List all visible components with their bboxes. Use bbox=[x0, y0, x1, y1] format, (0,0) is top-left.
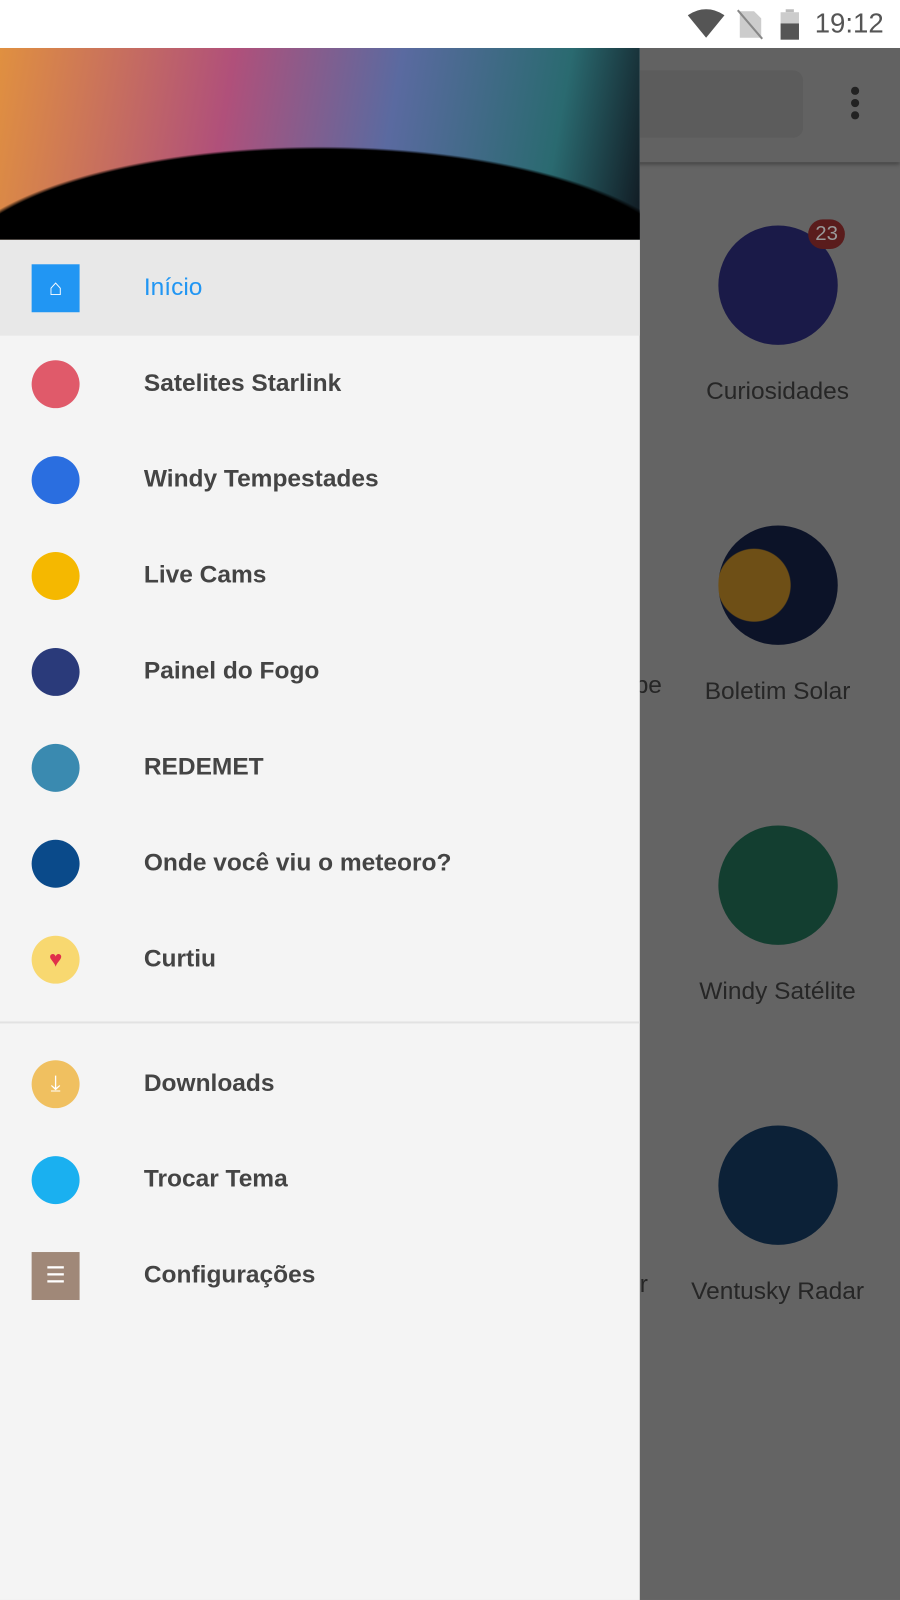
drawer-item-label: Curtiu bbox=[143, 944, 216, 973]
sun-icon bbox=[717, 525, 838, 645]
drawer-item-onde-voc-viu-o-meteoro[interactable]: Onde você viu o meteoro? bbox=[0, 815, 640, 911]
tile-label: Curiosidades bbox=[706, 377, 850, 406]
more-options-icon[interactable] bbox=[843, 86, 867, 124]
drawer-item-redemet[interactable]: REDEMET bbox=[0, 719, 640, 815]
drawer-item-label: Início bbox=[143, 273, 203, 302]
battery-icon bbox=[780, 9, 799, 40]
tile-label-fragment: r bbox=[639, 1270, 648, 1298]
drawer-item-curtiu[interactable]: ♥ Curtiu bbox=[0, 911, 640, 1007]
notification-badge: 23 bbox=[808, 219, 846, 249]
tile-label: Boletim Solar bbox=[704, 677, 851, 706]
wifi-icon bbox=[687, 9, 725, 38]
home-icon: ⌂ bbox=[31, 263, 80, 312]
download-icon: ⤓ bbox=[31, 1059, 80, 1108]
plane-cloud-icon bbox=[31, 743, 80, 792]
heart-icon: ♥ bbox=[31, 935, 80, 984]
drawer-item-in-cio[interactable]: ⌂ Início bbox=[0, 239, 640, 336]
tile-label: Ventusky Radar bbox=[691, 1277, 864, 1306]
sliders-icon: ☰ bbox=[31, 1251, 80, 1300]
divider bbox=[0, 1021, 640, 1024]
paint-roller-icon bbox=[31, 1155, 80, 1204]
no-sim-icon bbox=[736, 9, 764, 40]
drawer-item-label: Satelites Starlink bbox=[143, 369, 342, 397]
drawer-item-label: Live Cams bbox=[143, 561, 267, 589]
drawer-item-trocar-tema[interactable]: Trocar Tema bbox=[0, 1132, 640, 1228]
status-bar: 19:12 bbox=[0, 0, 900, 48]
drawer-item-label: Trocar Tema bbox=[143, 1165, 288, 1193]
webcam-icon bbox=[31, 551, 80, 600]
satellite-icon bbox=[717, 825, 838, 945]
drawer-item-label: Configurações bbox=[143, 1261, 316, 1289]
drawer-item-label: Painel do Fogo bbox=[143, 657, 320, 685]
drawer-header-image bbox=[0, 47, 640, 240]
drawer-item-satelites-starlink[interactable]: Satelites Starlink bbox=[0, 336, 640, 432]
drawer-item-label: Windy Tempestades bbox=[143, 465, 379, 493]
satellite-icon bbox=[31, 359, 80, 408]
fire-icon bbox=[31, 647, 80, 696]
drawer-item-live-cams[interactable]: Live Cams bbox=[0, 528, 640, 624]
radar-icon bbox=[717, 1125, 838, 1245]
drawer-item-label: Onde você viu o meteoro? bbox=[143, 848, 452, 877]
tile-boletim-solar[interactable]: Boletim Solar bbox=[676, 525, 880, 707]
tile-windy-satelite[interactable]: Windy Satélite bbox=[676, 825, 880, 1007]
drawer-item-painel-do-fogo[interactable]: Painel do Fogo bbox=[0, 623, 640, 719]
tile-ventusky-radar[interactable]: Ventusky Radar bbox=[676, 1125, 880, 1307]
navigation-drawer: ⌂ Início Satelites Starlink Windy Tempestad… bbox=[0, 47, 640, 1600]
wind-cloud-icon bbox=[31, 455, 80, 504]
meteor-icon bbox=[31, 839, 80, 888]
drawer-item-label: REDEMET bbox=[143, 753, 264, 781]
drawer-item-configura-es[interactable]: ☰ Configurações bbox=[0, 1228, 640, 1324]
drawer-item-label: Downloads bbox=[143, 1069, 275, 1097]
drawer-item-windy-tempestades[interactable]: Windy Tempestades bbox=[0, 432, 640, 528]
tile-curiosidades[interactable]: 23 Curiosidades bbox=[676, 219, 880, 407]
drawer-item-downloads[interactable]: ⤓ Downloads bbox=[0, 1036, 640, 1132]
clock: 19:12 bbox=[814, 8, 884, 39]
tile-label: Windy Satélite bbox=[699, 977, 856, 1006]
